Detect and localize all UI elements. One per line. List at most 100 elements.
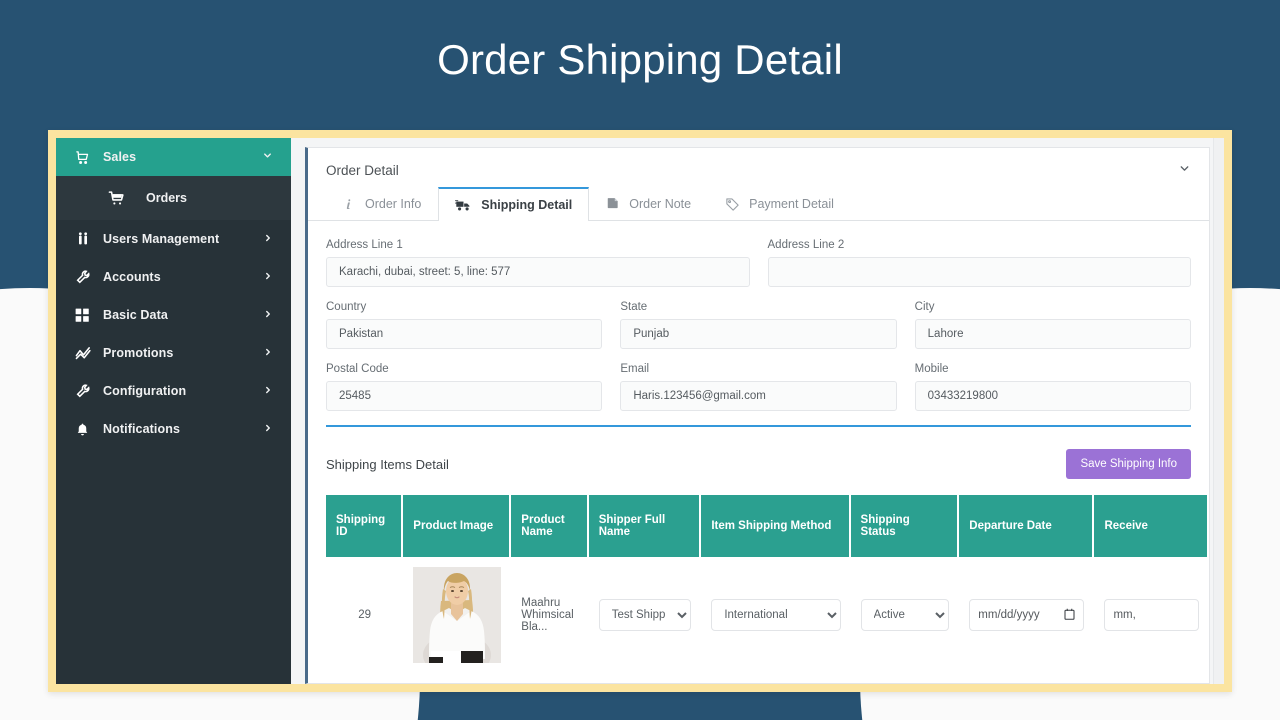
- address-line-1-input[interactable]: [326, 257, 750, 287]
- card-header: Order Detail: [308, 148, 1209, 188]
- field-mobile: Mobile: [914, 363, 1191, 411]
- sidebar-item-users-management[interactable]: Users Management: [56, 220, 291, 258]
- country-input[interactable]: [326, 319, 603, 349]
- calendar-icon[interactable]: [1064, 608, 1075, 623]
- item-shipping-method-select[interactable]: International: [711, 599, 841, 631]
- departure-date-input[interactable]: mm/dd/yyyy: [969, 599, 1085, 631]
- field-label: Mobile: [914, 363, 949, 375]
- tab-label: Payment Detail: [749, 197, 834, 211]
- sidebar: Sales Orders Users Management Accounts B…: [56, 138, 291, 684]
- chevron-right-icon: [263, 233, 273, 246]
- col-departure-date: Departure Date: [959, 495, 1095, 557]
- sidebar-item-label: Configuration: [103, 384, 187, 398]
- field-label: Address Line 1: [326, 239, 403, 251]
- cell-receive-date: mm,: [1094, 557, 1209, 673]
- cell-shipping-status: Active: [850, 557, 960, 673]
- state-input[interactable]: [620, 319, 897, 349]
- tab-label: Order Note: [629, 197, 692, 211]
- field-label: Email: [620, 363, 650, 375]
- sidebar-item-label: Promotions: [103, 346, 174, 360]
- sidebar-subitem-orders[interactable]: Orders: [56, 176, 291, 220]
- shipping-items-header: Shipping Items Detail Save Shipping Info: [308, 427, 1209, 495]
- sidebar-item-notifications[interactable]: Notifications: [56, 410, 291, 448]
- app-window: Sales Orders Users Management Accounts B…: [56, 138, 1224, 684]
- chevron-right-icon: [263, 385, 273, 398]
- col-shipper-full-name: Shipper Full Name: [588, 495, 702, 557]
- grid-icon: [75, 308, 97, 323]
- tab-shipping-detail[interactable]: Shipping Detail: [438, 187, 590, 221]
- sidebar-subitem-label: Orders: [146, 191, 187, 205]
- tab-payment-detail[interactable]: Payment Detail: [708, 187, 851, 220]
- col-shipping-id: Shipping ID: [326, 495, 404, 557]
- sidebar-item-label: Accounts: [103, 270, 161, 284]
- chevron-right-icon: [263, 271, 273, 284]
- chevron-right-icon: [263, 423, 273, 436]
- users-icon: [75, 231, 97, 247]
- postal-code-input[interactable]: [326, 381, 603, 411]
- field-label: State: [620, 301, 648, 313]
- shipper-full-name-select[interactable]: Test Shipp: [598, 599, 692, 631]
- city-input[interactable]: [914, 319, 1191, 349]
- sidebar-item-label: Users Management: [103, 232, 220, 246]
- chevron-right-icon: [263, 309, 273, 322]
- cell-shipper-full-name: Test Shipp: [588, 557, 702, 673]
- tab-order-note[interactable]: Order Note: [589, 187, 708, 220]
- save-shipping-info-button[interactable]: Save Shipping Info: [1066, 449, 1191, 479]
- chart-line-icon: [75, 345, 97, 362]
- sidebar-item-configuration[interactable]: Configuration: [56, 372, 291, 410]
- order-detail-card: Order Detail Order Info Shipping Detail …: [305, 147, 1210, 684]
- tag-icon: [725, 197, 740, 212]
- shipping-status-select[interactable]: Active: [860, 599, 950, 631]
- shipping-items-table: Shipping ID Product Image Product Name S…: [326, 495, 1209, 673]
- cell-item-shipping-method: International: [701, 557, 851, 673]
- form-row-location: Country State City: [326, 301, 1191, 349]
- cell-product-name: Maahru Whimsical Bla...: [511, 557, 589, 673]
- product-image: [413, 567, 502, 663]
- email-input[interactable]: [620, 381, 897, 411]
- tab-label: Order Info: [365, 197, 422, 211]
- field-label: Postal Code: [326, 363, 389, 375]
- field-label: City: [914, 301, 935, 313]
- col-product-name: Product Name: [511, 495, 589, 557]
- field-address-line-1: Address Line 1: [326, 239, 750, 287]
- date-placeholder: mm/dd/yyyy: [978, 609, 1040, 621]
- field-label: Address Line 2: [767, 239, 845, 251]
- table-row: 29 Maahru Whimsical Bla... Test Shipp In…: [326, 557, 1209, 673]
- date-placeholder: mm,: [1113, 609, 1136, 621]
- table-head: Shipping ID Product Image Product Name S…: [326, 495, 1209, 557]
- sidebar-item-accounts[interactable]: Accounts: [56, 258, 291, 296]
- form-row-contact: Postal Code Email Mobile: [326, 363, 1191, 411]
- field-city: City: [914, 301, 1191, 349]
- sidebar-item-label: Basic Data: [103, 308, 168, 322]
- col-shipping-status: Shipping Status: [850, 495, 960, 557]
- sidebar-item-label: Notifications: [103, 422, 180, 436]
- bell-icon: [75, 422, 97, 437]
- cart-icon: [108, 190, 132, 207]
- sidebar-item-promotions[interactable]: Promotions: [56, 334, 291, 372]
- field-state: State: [620, 301, 897, 349]
- field-email: Email: [620, 363, 897, 411]
- shipping-items-table-wrapper: Shipping ID Product Image Product Name S…: [326, 495, 1209, 673]
- note-icon: [606, 197, 620, 211]
- sidebar-item-basic-data[interactable]: Basic Data: [56, 296, 291, 334]
- col-item-shipping-method: Item Shipping Method: [701, 495, 851, 557]
- wrench-icon: [75, 269, 97, 285]
- table-header-row: Shipping ID Product Image Product Name S…: [326, 495, 1209, 557]
- chevron-down-icon[interactable]: [1178, 162, 1191, 178]
- sidebar-item-sales[interactable]: Sales: [56, 138, 291, 176]
- chevron-down-icon: [262, 150, 273, 164]
- field-country: Country: [326, 301, 603, 349]
- vertical-scrollbar[interactable]: [1213, 138, 1224, 684]
- wrench-icon: [75, 383, 97, 399]
- receive-date-input[interactable]: mm,: [1104, 599, 1199, 631]
- address-line-2-input[interactable]: [767, 257, 1191, 287]
- cart-icon: [75, 150, 97, 165]
- col-receive-date: Receive: [1094, 495, 1209, 557]
- tab-order-info[interactable]: Order Info: [326, 187, 438, 220]
- tab-bar: Order Info Shipping Detail Order Note Pa…: [308, 187, 1209, 221]
- shipping-detail-panel: Address Line 1 Address Line 2 Country: [308, 221, 1209, 427]
- screenshot-frame: Sales Orders Users Management Accounts B…: [48, 130, 1232, 692]
- chevron-right-icon: [263, 347, 273, 360]
- mobile-input[interactable]: [914, 381, 1191, 411]
- form-row-address: Address Line 1 Address Line 2: [326, 239, 1191, 287]
